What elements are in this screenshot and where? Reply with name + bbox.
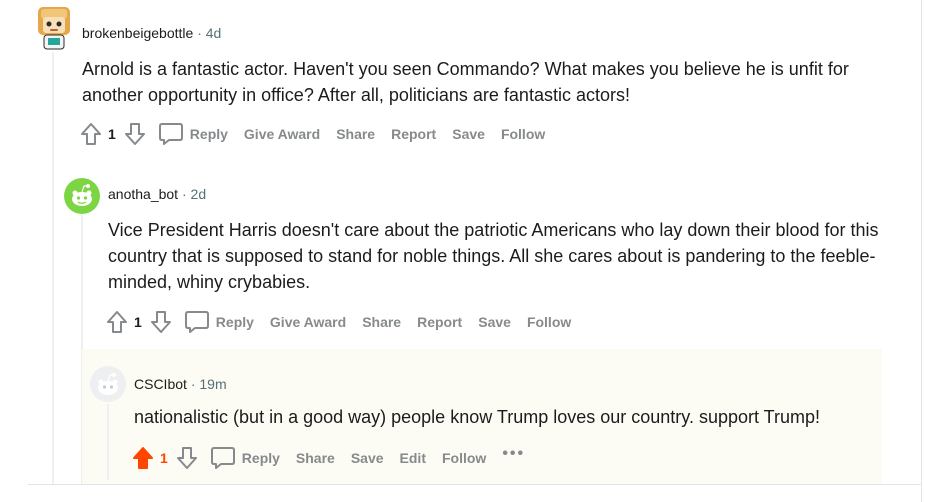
comment-meta: anotha_bot · 2d [108, 186, 206, 202]
more-options-icon[interactable]: ••• [502, 445, 525, 463]
vote-score: 1 [160, 450, 168, 466]
arrow-up-outline-icon [81, 123, 101, 145]
comment-age[interactable]: 4d [206, 25, 222, 41]
comment-meta: brokenbeigebottle · 4d [82, 25, 221, 41]
arrow-down-outline-icon [150, 311, 171, 333]
speech-bubble-icon [210, 447, 235, 469]
speech-bubble-icon [184, 311, 209, 333]
comment-age[interactable]: 19m [199, 376, 226, 392]
thread-line[interactable] [52, 52, 54, 484]
edit-button[interactable]: Edit [400, 450, 426, 466]
meta-separator: · [190, 376, 196, 392]
reply-link[interactable]: Reply [190, 126, 228, 142]
author-link[interactable]: anotha_bot [108, 186, 178, 202]
arrow-up-outline-icon [107, 311, 127, 333]
comment-actions: 1 Reply Give Award Share Report Save Fol… [104, 308, 587, 336]
vote-score: 1 [134, 314, 142, 330]
give-award-button[interactable]: Give Award [244, 126, 320, 142]
comment-age[interactable]: 2d [191, 186, 207, 202]
arrow-down-outline-icon [124, 123, 145, 145]
comment-body: Vice President Harris doesn't care about… [108, 220, 879, 292]
downvote-button[interactable] [122, 121, 148, 147]
follow-button[interactable]: Follow [442, 450, 486, 466]
upvote-button[interactable] [130, 445, 156, 471]
comment-actions: 1 Reply Give Award Share Report Save Fol… [78, 120, 561, 148]
follow-button[interactable]: Follow [527, 314, 571, 330]
bottom-border [28, 484, 922, 485]
speech-bubble-icon [158, 123, 183, 145]
reply-button[interactable] [210, 445, 236, 471]
follow-button[interactable]: Follow [501, 126, 545, 142]
arrow-up-filled-icon [133, 447, 153, 469]
avatar[interactable] [34, 5, 74, 51]
vote-score: 1 [108, 126, 116, 142]
meta-separator: · [181, 186, 187, 202]
downvote-button[interactable] [148, 309, 174, 335]
comment-actions: 1 Reply Share Save Edit Follow ••• [130, 444, 525, 472]
meta-separator: · [197, 25, 202, 41]
right-border [921, 0, 922, 502]
save-button[interactable]: Save [478, 314, 511, 330]
thread-line[interactable] [107, 404, 109, 480]
avatar[interactable] [64, 178, 100, 214]
author-link[interactable]: CSCIbot [134, 376, 187, 392]
avatar[interactable] [90, 366, 126, 402]
upvote-button[interactable] [78, 121, 104, 147]
author-link[interactable]: brokenbeigebottle [82, 25, 193, 41]
upvote-button[interactable] [104, 309, 130, 335]
report-button[interactable]: Report [391, 126, 436, 142]
reply-button[interactable] [184, 309, 210, 335]
report-button[interactable]: Report [417, 314, 462, 330]
share-button[interactable]: Share [296, 450, 335, 466]
share-button[interactable]: Share [362, 314, 401, 330]
save-button[interactable]: Save [351, 450, 384, 466]
arrow-down-outline-icon [176, 447, 197, 469]
reply-link[interactable]: Reply [216, 314, 254, 330]
comment-body: nationalistic (but in a good way) people… [134, 407, 821, 427]
give-award-button[interactable]: Give Award [270, 314, 346, 330]
save-button[interactable]: Save [452, 126, 485, 142]
comment-body: Arnold is a fantastic actor. Haven't you… [82, 59, 849, 105]
reply-link[interactable]: Reply [242, 450, 280, 466]
reply-button[interactable] [158, 121, 184, 147]
downvote-button[interactable] [174, 445, 200, 471]
comment-meta: CSCIbot · 19m [134, 376, 227, 392]
share-button[interactable]: Share [336, 126, 375, 142]
